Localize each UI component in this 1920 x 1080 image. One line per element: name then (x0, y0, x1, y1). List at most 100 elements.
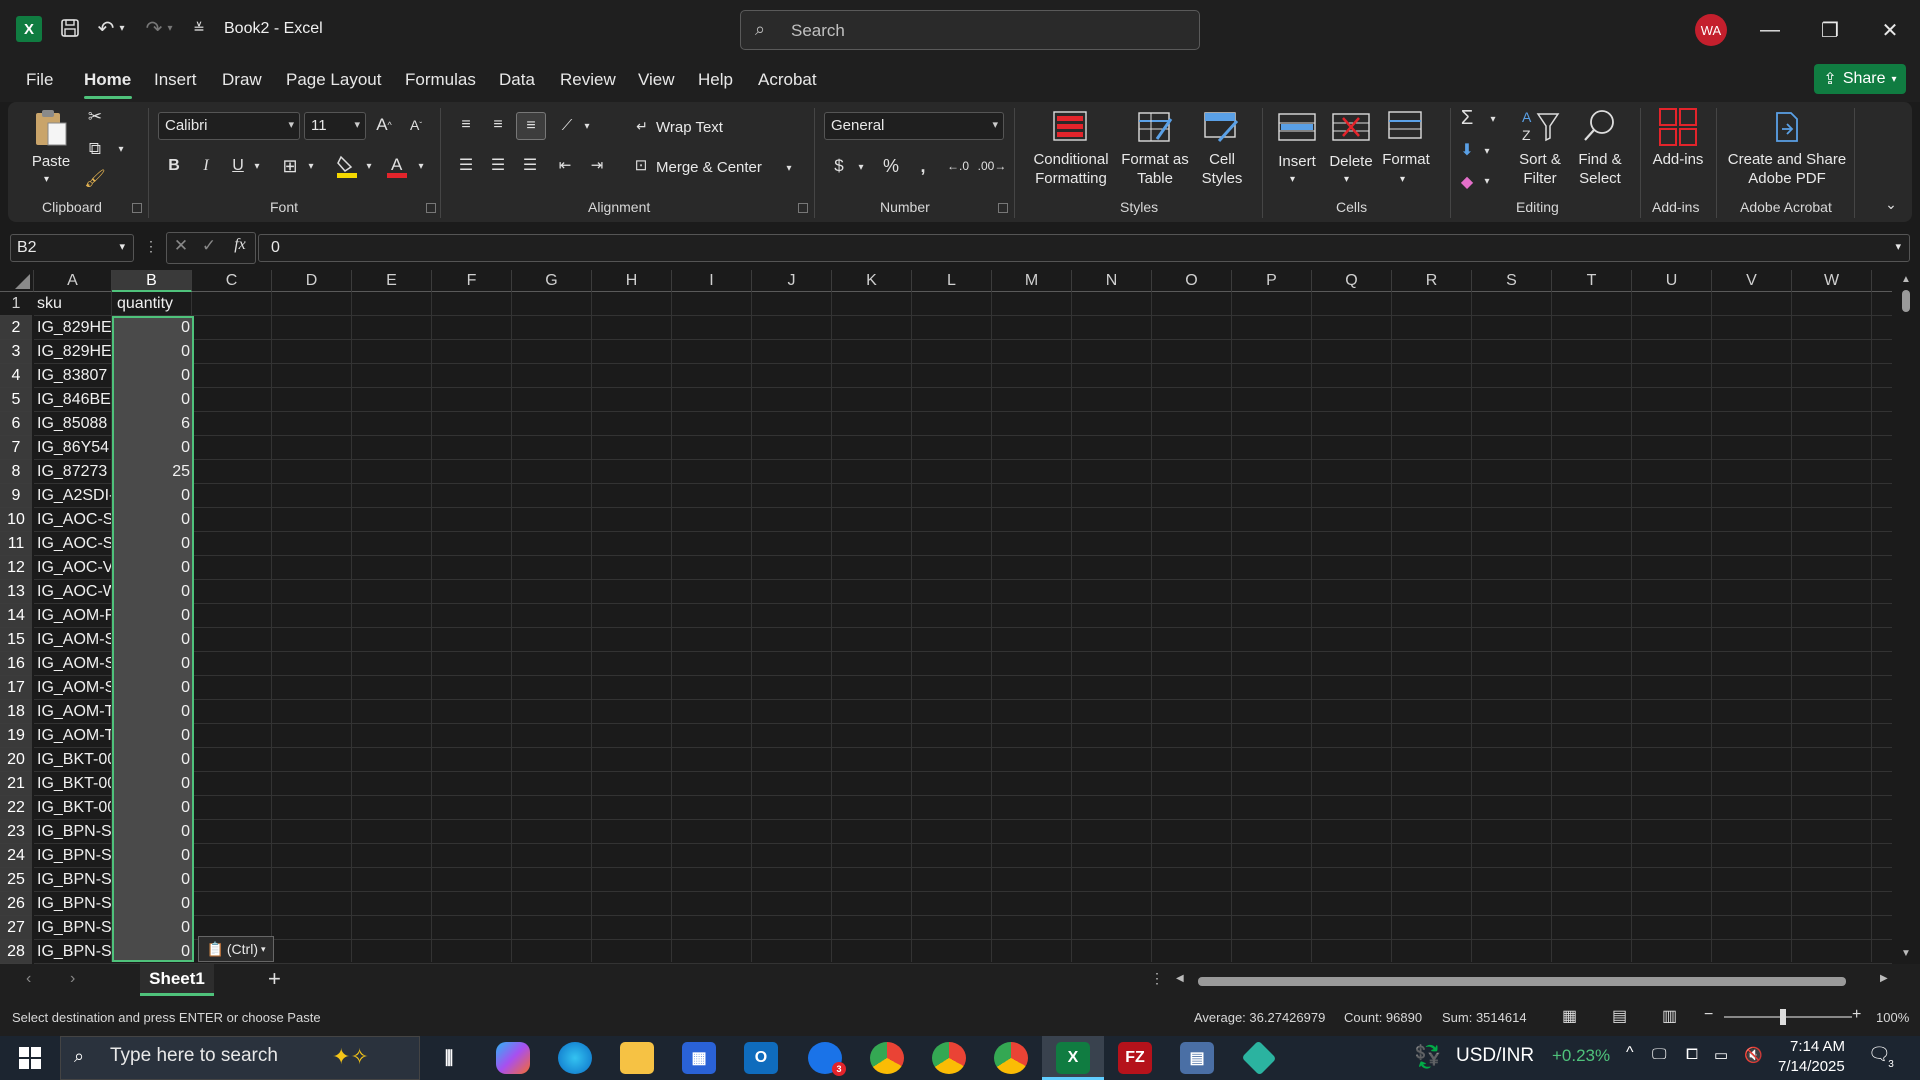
cell-sku[interactable]: IG_AOM-S (37, 676, 111, 700)
format-dropdown-icon[interactable]: ▾ (1400, 170, 1405, 189)
cell-quantity[interactable]: 25 (114, 460, 190, 484)
edge-icon[interactable] (558, 1042, 592, 1074)
column-header-g[interactable]: G (512, 270, 592, 292)
row-header[interactable]: 15 (0, 628, 32, 652)
column-header-s[interactable]: S (1472, 270, 1552, 292)
copilot-icon[interactable] (496, 1042, 530, 1074)
cell-quantity[interactable]: 0 (114, 916, 190, 940)
find-select-icon[interactable] (1580, 106, 1620, 146)
increase-font-icon[interactable]: A ^ (372, 112, 396, 138)
excel-taskbar-icon[interactable]: X (1056, 1042, 1090, 1074)
column-header-c[interactable]: C (192, 270, 272, 292)
conditional-formatting-icon[interactable] (1052, 108, 1088, 144)
search-highlight-icon[interactable]: ✦✧ (332, 1044, 398, 1074)
row-header[interactable]: 28 (0, 940, 32, 964)
insert-cells-icon[interactable] (1276, 108, 1318, 146)
merge-dropdown-icon[interactable]: ▾ (782, 158, 796, 178)
clock-date[interactable]: 7/14/2025 (1778, 1058, 1845, 1075)
close-icon[interactable]: ✕ (1870, 14, 1910, 46)
row-header[interactable]: 13 (0, 580, 32, 604)
cell-quantity[interactable]: 0 (114, 604, 190, 628)
column-header-w[interactable]: W (1792, 270, 1872, 292)
cell-sku[interactable]: IG_BPN-SA (37, 892, 111, 916)
tab-split-grip-icon[interactable]: ⋮ (1150, 970, 1164, 992)
cell-sku[interactable]: IG_BPN-SA (37, 940, 111, 964)
copy-icon[interactable]: ⧉ (84, 138, 106, 160)
row-header[interactable]: 25 (0, 868, 32, 892)
paste-options-button[interactable]: 📋 (Ctrl) ▾ (198, 936, 274, 962)
cell-sku[interactable]: IG_AOC-S (37, 508, 111, 532)
cell-sku[interactable]: IG_AOM-S (37, 652, 111, 676)
cell-quantity[interactable]: 0 (114, 508, 190, 532)
cell-sku[interactable]: IG_829HE (37, 340, 111, 364)
paste-icon[interactable] (30, 106, 72, 150)
cancel-icon[interactable]: ✕ (170, 236, 192, 260)
cell-sku[interactable]: IG_85088 (37, 412, 111, 436)
row-header[interactable]: 21 (0, 772, 32, 796)
format-as-table-button[interactable]: Format as Table (1116, 150, 1194, 188)
cell-sku[interactable]: IG_BKT-00 (37, 772, 111, 796)
cell-sku[interactable]: IG_846BE (37, 388, 111, 412)
page-layout-view-icon[interactable]: ▤ (1612, 1006, 1634, 1026)
tab-home[interactable]: Home (84, 70, 131, 90)
zoom-slider[interactable] (1724, 1016, 1852, 1018)
share-button[interactable]: ⇪ Share ▾ (1814, 64, 1906, 94)
name-box[interactable]: B2 ▾ (10, 234, 134, 262)
add-sheet-icon[interactable]: + (268, 966, 292, 992)
cell-sku[interactable]: IG_AOM-F (37, 604, 111, 628)
autosum-dropdown-icon[interactable]: ▾ (1486, 110, 1500, 128)
spreadsheet-grid[interactable] (0, 270, 1920, 964)
cell-quantity[interactable]: 6 (114, 412, 190, 436)
cell-sku[interactable]: IG_86Y54 (37, 436, 111, 460)
cell-quantity[interactable]: 0 (114, 532, 190, 556)
create-share-pdf-button[interactable]: Create and Share Adobe PDF (1724, 150, 1850, 188)
paste-dropdown-icon[interactable]: ▾ (44, 170, 49, 189)
decrease-decimal-icon[interactable]: .00→ (978, 154, 1007, 178)
cell-styles-button[interactable]: Cell Styles (1192, 150, 1252, 188)
row-header[interactable]: 5 (0, 388, 32, 412)
cell-sku[interactable]: IG_BPN-SA (37, 820, 111, 844)
cell-sku[interactable]: sku (37, 292, 111, 316)
page-break-view-icon[interactable]: ▥ (1662, 1006, 1684, 1026)
align-center-icon[interactable]: ☰ (486, 154, 510, 176)
status-sum[interactable]: Sum: 3514614 (1442, 1010, 1527, 1025)
cell-sku[interactable]: IG_BKT-00 (37, 796, 111, 820)
row-header[interactable]: 19 (0, 724, 32, 748)
add-ins-button[interactable]: Add-ins (1648, 150, 1708, 169)
row-header[interactable]: 27 (0, 916, 32, 940)
save-icon[interactable] (56, 14, 84, 42)
column-header-i[interactable]: I (672, 270, 752, 292)
format-cells-button[interactable]: Format (1378, 150, 1434, 169)
cell-quantity[interactable]: 0 (114, 700, 190, 724)
cell-sku[interactable]: IG_83807 (37, 364, 111, 388)
number-format-select[interactable]: General ▾ (824, 112, 1004, 140)
cell-quantity[interactable]: 0 (114, 580, 190, 604)
fill-color-dropdown-icon[interactable]: ▾ (362, 156, 376, 176)
row-header[interactable]: 8 (0, 460, 32, 484)
increase-decimal-icon[interactable]: ←.0 (944, 154, 972, 178)
row-header[interactable]: 9 (0, 484, 32, 508)
cell-sku[interactable]: IG_AOM-T (37, 724, 111, 748)
merge-center-icon[interactable]: ⊡ (630, 154, 652, 176)
font-color-icon[interactable]: A (384, 152, 410, 180)
find-select-button[interactable]: Find & Select (1570, 150, 1630, 188)
column-header-o[interactable]: O (1152, 270, 1232, 292)
select-all-button[interactable] (0, 270, 34, 292)
task-view-icon[interactable]: ⫼ (432, 1042, 466, 1074)
collapse-ribbon-icon[interactable]: ⌄ (1880, 196, 1902, 212)
cell-quantity[interactable]: 0 (114, 436, 190, 460)
chrome-profile2-icon[interactable] (932, 1042, 966, 1074)
formula-bar-grip-icon[interactable]: ⋮ (144, 238, 158, 258)
tab-data[interactable]: Data (499, 70, 535, 90)
column-header-a[interactable]: A (34, 270, 112, 292)
row-header[interactable]: 20 (0, 748, 32, 772)
tab-review[interactable]: Review (560, 70, 616, 90)
alignment-launcher-icon[interactable] (798, 203, 808, 213)
increase-indent-icon[interactable]: ⇥ (584, 154, 610, 176)
create-pdf-icon[interactable] (1772, 110, 1802, 144)
prev-sheet-icon[interactable]: ‹ (26, 970, 46, 990)
tab-formulas[interactable]: Formulas (405, 70, 476, 90)
cell-quantity[interactable]: 0 (114, 796, 190, 820)
row-header[interactable]: 14 (0, 604, 32, 628)
cell-sku[interactable]: IG_AOM-S (37, 628, 111, 652)
